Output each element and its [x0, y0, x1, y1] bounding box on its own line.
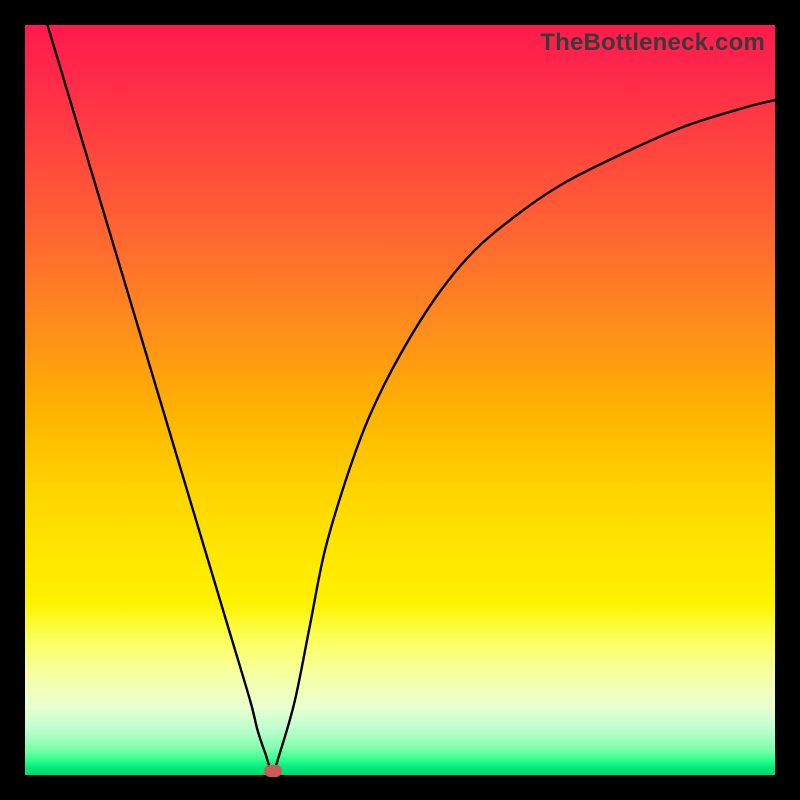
- curve-layer: [25, 25, 775, 775]
- bottleneck-curve: [48, 25, 776, 771]
- chart-frame: TheBottleneck.com: [0, 0, 800, 800]
- optimal-point-marker: [264, 765, 282, 777]
